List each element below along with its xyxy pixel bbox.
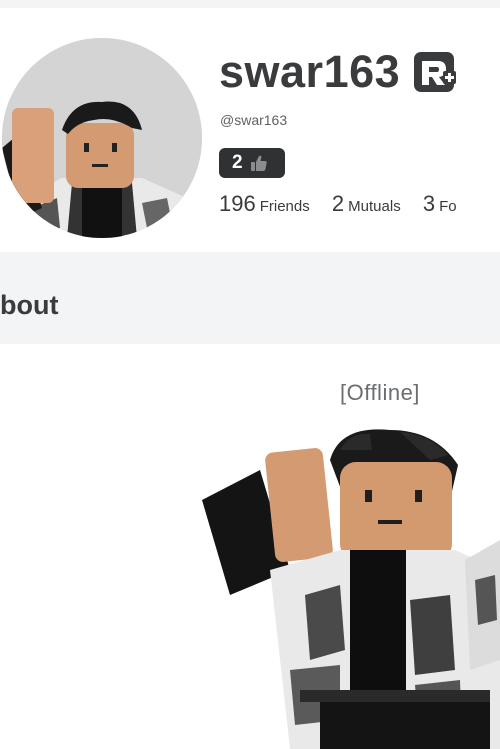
stat-label: Mutuals bbox=[348, 198, 401, 215]
stat-label: Friends bbox=[259, 198, 310, 215]
badge-count: 2 bbox=[232, 152, 243, 173]
premium-r-plus-icon bbox=[412, 49, 458, 95]
presence-status: [Offline] bbox=[340, 380, 420, 405]
stat-count: 3 bbox=[422, 191, 436, 216]
handle: @swar163 bbox=[220, 112, 288, 128]
about-band bbox=[0, 252, 500, 344]
stat-mutuals[interactable]: 2 Mutuals bbox=[332, 191, 401, 217]
stat-count: 196 bbox=[219, 191, 256, 216]
about-heading: bout bbox=[0, 290, 59, 320]
top-strip bbox=[0, 0, 500, 8]
avatar-3d-render bbox=[200, 420, 500, 749]
profile-header: swar163 @swar163 2 196Friends 2Mutuals bbox=[0, 8, 500, 252]
stat-friends[interactable]: 196 Friends bbox=[219, 191, 310, 217]
thumbs-up-icon bbox=[249, 153, 269, 173]
avatar[interactable] bbox=[2, 38, 202, 238]
stat-label: Fo bbox=[439, 198, 457, 215]
stat-followers[interactable]: 3 Fo bbox=[423, 191, 457, 217]
stats-row: 196 Friends 2 Mutuals 3 Fo bbox=[219, 191, 475, 217]
display-name: swar163 bbox=[219, 46, 401, 97]
stat-count: 2 bbox=[331, 191, 345, 216]
badge[interactable]: 2 bbox=[219, 148, 285, 178]
avatar-headshot bbox=[2, 38, 202, 238]
name-row: swar163 bbox=[219, 46, 458, 98]
